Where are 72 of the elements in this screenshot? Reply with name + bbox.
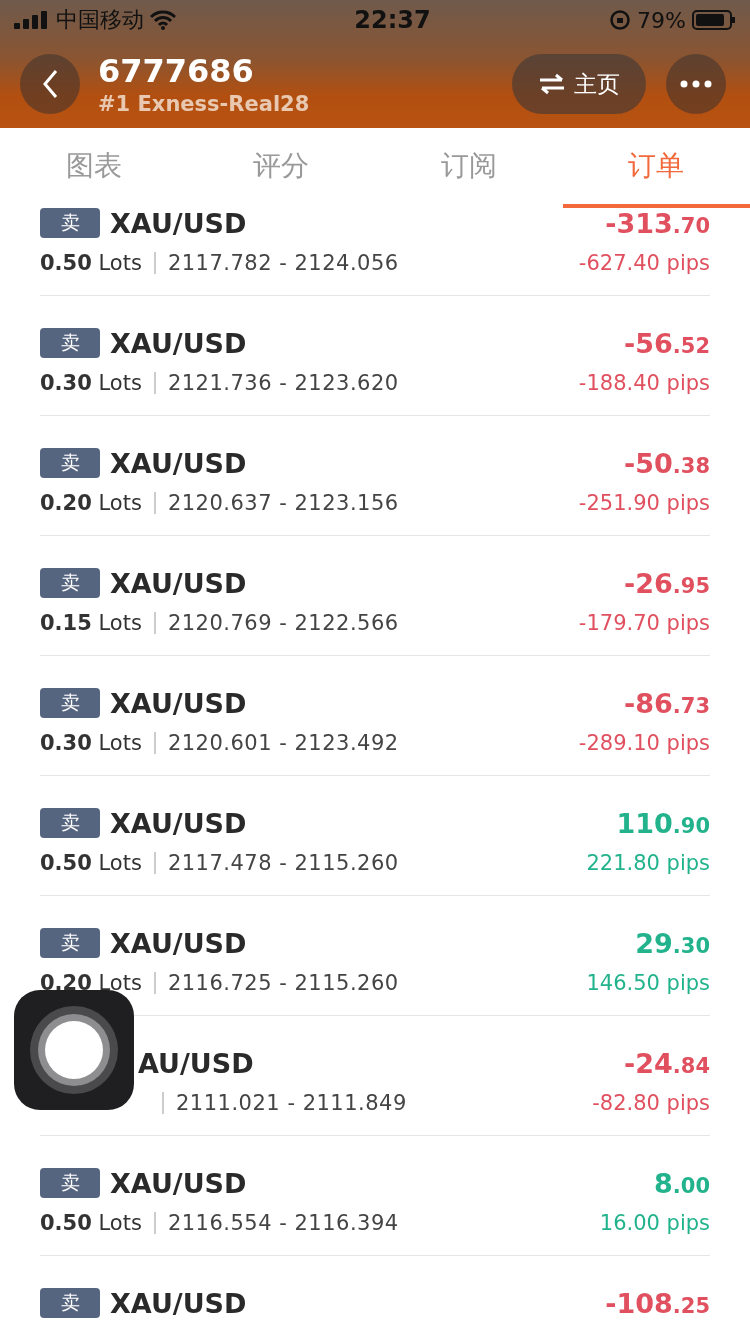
symbol-text: XAU/USD	[110, 567, 247, 599]
carrier-name: 中国移动	[56, 6, 144, 34]
pips-value: -627.40 pips	[578, 250, 710, 277]
pips-value: -82.80 pips	[592, 1090, 710, 1117]
pips-value: -188.40 pips	[578, 370, 710, 397]
pips-value: -179.70 pips	[578, 610, 710, 637]
battery-icon	[692, 10, 736, 30]
pips-value: -251.90 pips	[578, 490, 710, 517]
sell-badge: 卖	[40, 1168, 100, 1198]
sell-badge: 卖	[40, 328, 100, 358]
lots-text: 0.30 Lots	[40, 731, 142, 755]
profit-value: -24.84	[624, 1048, 710, 1078]
profit-value: -108.25	[605, 1288, 710, 1318]
sell-badge: 卖	[40, 448, 100, 478]
lots-text: 0.50 Lots	[40, 251, 142, 275]
account-title: 6777686	[98, 52, 255, 90]
profit-value: 29.30	[635, 928, 710, 958]
sell-badge: 卖	[40, 928, 100, 958]
symbol-text: XAU/USD	[110, 1167, 247, 1199]
profit-value: -26.95	[624, 568, 710, 598]
symbol-text: XAU/USD	[110, 807, 247, 839]
more-button[interactable]	[666, 54, 726, 114]
sell-badge: 卖	[40, 808, 100, 838]
more-icon	[680, 80, 712, 88]
pips-value: 16.00 pips	[599, 1210, 710, 1237]
profit-value: 110.90	[616, 808, 710, 838]
lots-text: 0.20 Lots	[40, 491, 142, 515]
price-range: 2120.769 - 2122.566	[167, 611, 399, 635]
price-range: 2121.736 - 2123.620	[167, 371, 399, 395]
pips-value: 221.80 pips	[586, 850, 710, 877]
symbol-text: AU/USD	[138, 1047, 254, 1079]
price-range: 2120.637 - 2123.156	[167, 491, 399, 515]
wifi-icon	[150, 10, 176, 30]
symbol-text: XAU/USD	[110, 208, 247, 239]
chevron-left-icon	[42, 69, 58, 99]
profit-value: -313.70	[605, 208, 710, 238]
price-range: 2116.725 - 2115.260	[167, 971, 399, 995]
price-range: 2111.021 - 2111.849	[176, 1091, 407, 1115]
signal-icon	[14, 11, 50, 29]
symbol-text: XAU/USD	[110, 927, 247, 959]
price-range: 2117.478 - 2115.260	[167, 851, 399, 875]
lots-text: 0.50 Lots	[40, 851, 142, 875]
symbol-text: XAU/USD	[110, 687, 247, 719]
symbol-text: XAU/USD	[110, 447, 247, 479]
lots-text: 0.50 Lots	[40, 1211, 142, 1235]
sell-badge: 卖	[40, 208, 100, 238]
sell-badge: 卖	[40, 1288, 100, 1318]
sell-badge: 卖	[40, 568, 100, 598]
symbol-text: XAU/USD	[110, 1287, 247, 1319]
pips-value: 146.50 pips	[586, 970, 710, 997]
back-button[interactable]	[20, 54, 80, 114]
profit-value: 8.00	[654, 1168, 710, 1198]
price-range: 2116.554 - 2116.394	[167, 1211, 399, 1235]
price-range: 2117.782 - 2124.056	[167, 251, 399, 275]
rotation-lock-icon	[609, 9, 632, 31]
profit-value: -86.73	[624, 688, 710, 718]
status-time: 22:37	[353, 6, 432, 34]
circle-icon	[29, 1005, 119, 1095]
sell-badge: 卖	[40, 688, 100, 718]
symbol-text: XAU/USD	[110, 327, 247, 359]
home-button[interactable]: 主页	[512, 54, 646, 114]
swap-icon	[538, 73, 566, 95]
lots-text: 0.30 Lots	[40, 371, 142, 395]
account-subtitle: #1 Exness-Real28	[98, 92, 311, 116]
price-range: 2120.601 - 2123.492	[167, 731, 399, 755]
battery-percent: 79%	[637, 7, 686, 33]
lots-text: 0.20 Lots	[40, 971, 142, 995]
profit-value: -56.52	[624, 328, 710, 358]
pips-value: -289.10 pips	[578, 730, 710, 757]
profit-value: -50.38	[624, 448, 710, 478]
assistive-touch-button[interactable]	[14, 990, 134, 1110]
lots-text: 0.15 Lots	[40, 611, 142, 635]
